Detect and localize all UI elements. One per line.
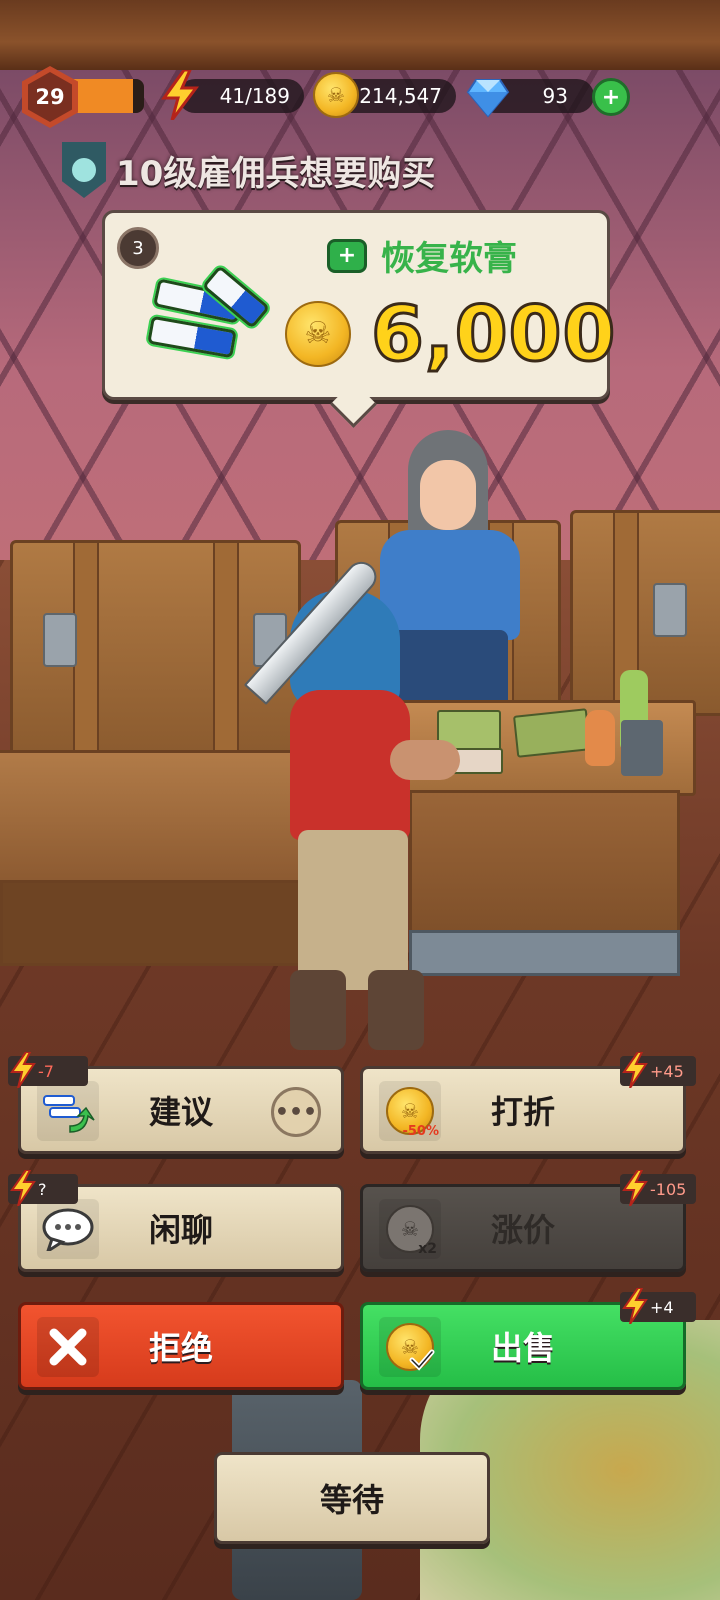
coin-icon: ☠ xyxy=(313,72,359,118)
item-name: 恢复软膏 xyxy=(381,239,517,279)
refuse-label: 拒绝 xyxy=(148,1329,213,1367)
level-badge[interactable]: 29 xyxy=(22,66,78,128)
level-number: 29 xyxy=(28,72,72,122)
energy-bolt-icon xyxy=(622,1170,648,1206)
ointment-icon xyxy=(145,253,271,363)
energy-gain-tag: +4 xyxy=(620,1288,696,1324)
sell-label: 出售 xyxy=(490,1329,555,1367)
more-options-button[interactable]: ••• xyxy=(271,1087,321,1137)
energy-cost-tag: -105 xyxy=(620,1170,696,1206)
mercenary-helmet-icon xyxy=(62,142,106,198)
gem-value: 93 xyxy=(542,84,568,108)
medkit-icon: + xyxy=(327,238,367,273)
price-value: 6,000 xyxy=(369,288,617,380)
suggest-cost: -7 xyxy=(38,1061,54,1081)
energy-value: 41/189 xyxy=(219,84,290,108)
sell-cost: +4 xyxy=(650,1297,674,1317)
coin-icon: ☠ xyxy=(285,300,351,367)
energy-gain-tag: +45 xyxy=(620,1052,696,1088)
raise-label: 涨价 xyxy=(490,1211,555,1249)
sell-coin-check-icon: ☠ xyxy=(379,1317,441,1377)
suggest-item-icon xyxy=(37,1081,99,1141)
ceiling-beam xyxy=(0,0,720,70)
chat-bubble-icon xyxy=(37,1199,99,1259)
wait-label: 等待 xyxy=(319,1481,384,1519)
refuse-button[interactable]: 拒绝 xyxy=(18,1302,344,1390)
add-gems-button[interactable]: + xyxy=(592,78,630,116)
coin-value: 214,547 xyxy=(359,84,442,108)
discount-coin-icon: ☠ -50% xyxy=(379,1081,441,1141)
item-name-row: + 恢复软膏 xyxy=(327,231,517,280)
energy-cost-tag: -7 xyxy=(8,1052,88,1088)
raise-cost: -105 xyxy=(650,1179,687,1199)
energy-bolt-icon xyxy=(622,1288,648,1324)
energy-bolt-icon xyxy=(161,70,199,120)
top-hud: 29 41/189 214,547 ☠ 93 + xyxy=(0,62,720,132)
request-text: 10级雇佣兵想要购买 xyxy=(116,153,436,194)
xp-bar xyxy=(70,79,144,113)
close-icon xyxy=(37,1317,99,1377)
raise-badge: x2 xyxy=(418,1241,437,1257)
suggest-label: 建议 xyxy=(148,1093,213,1131)
discount-cost: +45 xyxy=(650,1061,684,1081)
customer-request: 10级雇佣兵想要购买 xyxy=(62,140,435,200)
discount-label: 打折 xyxy=(490,1093,555,1131)
offer-price: ☠ 6,000 xyxy=(285,288,617,380)
gem-icon xyxy=(466,79,510,118)
chat-cost: ? xyxy=(38,1179,47,1199)
chat-label: 闲聊 xyxy=(148,1211,213,1249)
wait-button[interactable]: 等待 xyxy=(214,1452,490,1544)
energy-bolt-icon xyxy=(10,1170,36,1206)
plus-icon: + xyxy=(601,84,621,110)
raise-coin-icon: ☠ x2 xyxy=(379,1199,441,1259)
energy-bolt-icon xyxy=(622,1052,648,1088)
discount-badge: -50% xyxy=(402,1124,439,1139)
energy-bolt-icon xyxy=(10,1052,36,1088)
request-bubble[interactable]: 3 + 恢复软膏 ☠ 6,000 xyxy=(102,210,617,400)
energy-cost-tag: ? xyxy=(8,1170,78,1206)
